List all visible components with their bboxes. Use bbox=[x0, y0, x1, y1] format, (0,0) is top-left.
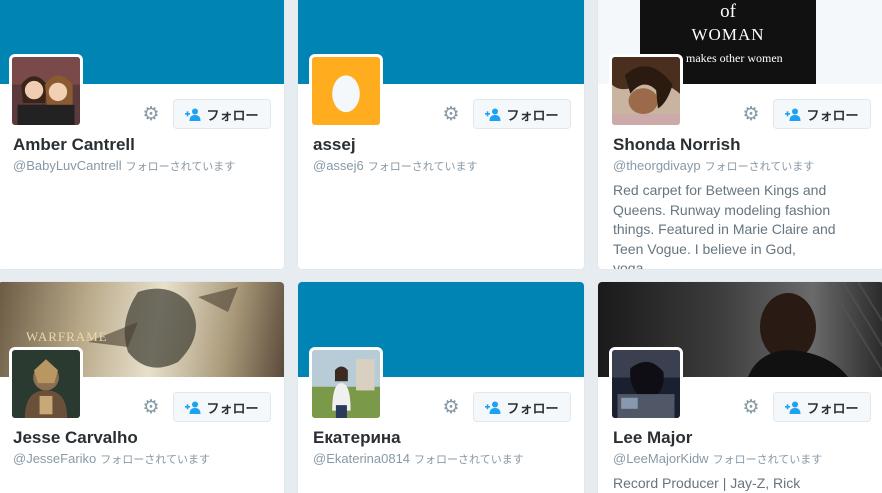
user-handle[interactable]: @Ekaterina0814 bbox=[313, 451, 410, 466]
user-handle[interactable]: @assej6 bbox=[313, 158, 364, 173]
person-plus-icon bbox=[185, 401, 201, 414]
banner-logo-text: WARFRAME bbox=[26, 329, 108, 344]
user-name[interactable]: assej bbox=[313, 135, 356, 155]
user-meta: @JesseFariko フォローされています bbox=[13, 451, 210, 467]
banner-text-woman: WOMAN bbox=[691, 25, 765, 44]
follows-you-badge: フォローされています bbox=[704, 160, 815, 173]
user-handle[interactable]: @BabyLuvCantrell bbox=[13, 158, 122, 173]
settings-gear-icon[interactable]: ⚙ bbox=[441, 397, 461, 417]
user-handle[interactable]: @theorgdivayp bbox=[613, 158, 701, 173]
follow-button-label: フォロー bbox=[206, 108, 259, 124]
settings-gear-icon[interactable]: ⚙ bbox=[741, 397, 761, 417]
avatar[interactable] bbox=[309, 54, 383, 128]
person-plus-icon bbox=[785, 108, 801, 121]
user-meta: @assej6 フォローされています bbox=[313, 158, 477, 174]
follow-button-label: フォロー bbox=[506, 401, 559, 417]
user-card: ⚙ フォロー assej @assej6 フォローされています bbox=[297, 0, 585, 270]
person-plus-icon bbox=[185, 108, 201, 121]
user-handle[interactable]: @LeeMajorKidw bbox=[613, 451, 709, 466]
avatar[interactable] bbox=[309, 347, 383, 421]
follow-button-label: フォロー bbox=[806, 108, 859, 124]
follows-you-badge: フォローされています bbox=[712, 453, 823, 466]
settings-gear-icon[interactable]: ⚙ bbox=[741, 104, 761, 124]
user-card: WARFRAME ⚙ フォロー Jesse Carvalho @JesseFar… bbox=[0, 281, 285, 493]
person-plus-icon bbox=[485, 401, 501, 414]
settings-gear-icon[interactable]: ⚙ bbox=[141, 104, 161, 124]
follows-you-badge: フォローされています bbox=[100, 453, 210, 466]
follow-button[interactable]: フォロー bbox=[473, 392, 571, 422]
user-name[interactable]: Lee Major bbox=[613, 428, 692, 448]
user-name[interactable]: Jesse Carvalho bbox=[13, 428, 138, 448]
follow-button[interactable]: フォロー bbox=[773, 99, 871, 129]
avatar[interactable] bbox=[9, 54, 83, 128]
avatar[interactable] bbox=[9, 347, 83, 421]
user-meta: @BabyLuvCantrell フォローされています bbox=[13, 158, 235, 174]
follow-button[interactable]: フォロー bbox=[173, 99, 271, 129]
follow-button-label: フォロー bbox=[506, 108, 559, 124]
avatar[interactable] bbox=[609, 54, 683, 128]
settings-gear-icon[interactable]: ⚙ bbox=[441, 104, 461, 124]
avatar[interactable] bbox=[609, 347, 683, 421]
user-card: of WOMAN makes other women ⚙ フォロー Shonda… bbox=[597, 0, 882, 270]
follow-button-label: フォロー bbox=[206, 401, 259, 417]
user-card: ⚙ フォロー Amber Cantrell @BabyLuvCantrell フォ… bbox=[0, 0, 285, 270]
user-card: ⚙ フォロー Lee Major @LeeMajorKidw フォローされています… bbox=[597, 281, 882, 493]
user-meta: @LeeMajorKidw フォローされています bbox=[613, 451, 822, 467]
follow-button[interactable]: フォロー bbox=[773, 392, 871, 422]
user-name[interactable]: Amber Cantrell bbox=[13, 135, 135, 155]
follow-button-label: フォロー bbox=[806, 401, 859, 417]
banner-text-of: of bbox=[720, 1, 736, 22]
follows-you-badge: フォローされています bbox=[125, 160, 236, 173]
user-bio: Red carpet for Between Kings and Queens.… bbox=[613, 182, 836, 270]
user-handle[interactable]: @JesseFariko bbox=[13, 451, 96, 466]
person-plus-icon bbox=[485, 108, 501, 121]
user-meta: @theorgdivayp フォローされています bbox=[613, 158, 814, 174]
person-plus-icon bbox=[785, 401, 801, 414]
follows-you-badge: フォローされています bbox=[367, 160, 478, 173]
follow-button[interactable]: フォロー bbox=[473, 99, 571, 129]
follow-button[interactable]: フォロー bbox=[173, 392, 271, 422]
user-bio: Record Producer | Jay-Z, Rick bbox=[613, 475, 801, 491]
user-card: ⚙ フォロー Екатерина @Ekaterina0814 フォローされていま… bbox=[297, 281, 585, 493]
user-name[interactable]: Shonda Norrish bbox=[613, 135, 741, 155]
user-name[interactable]: Екатерина bbox=[313, 428, 401, 448]
follows-you-badge: フォローされています bbox=[414, 453, 524, 466]
settings-gear-icon[interactable]: ⚙ bbox=[141, 397, 161, 417]
user-meta: @Ekaterina0814 フォローされています bbox=[313, 451, 524, 467]
